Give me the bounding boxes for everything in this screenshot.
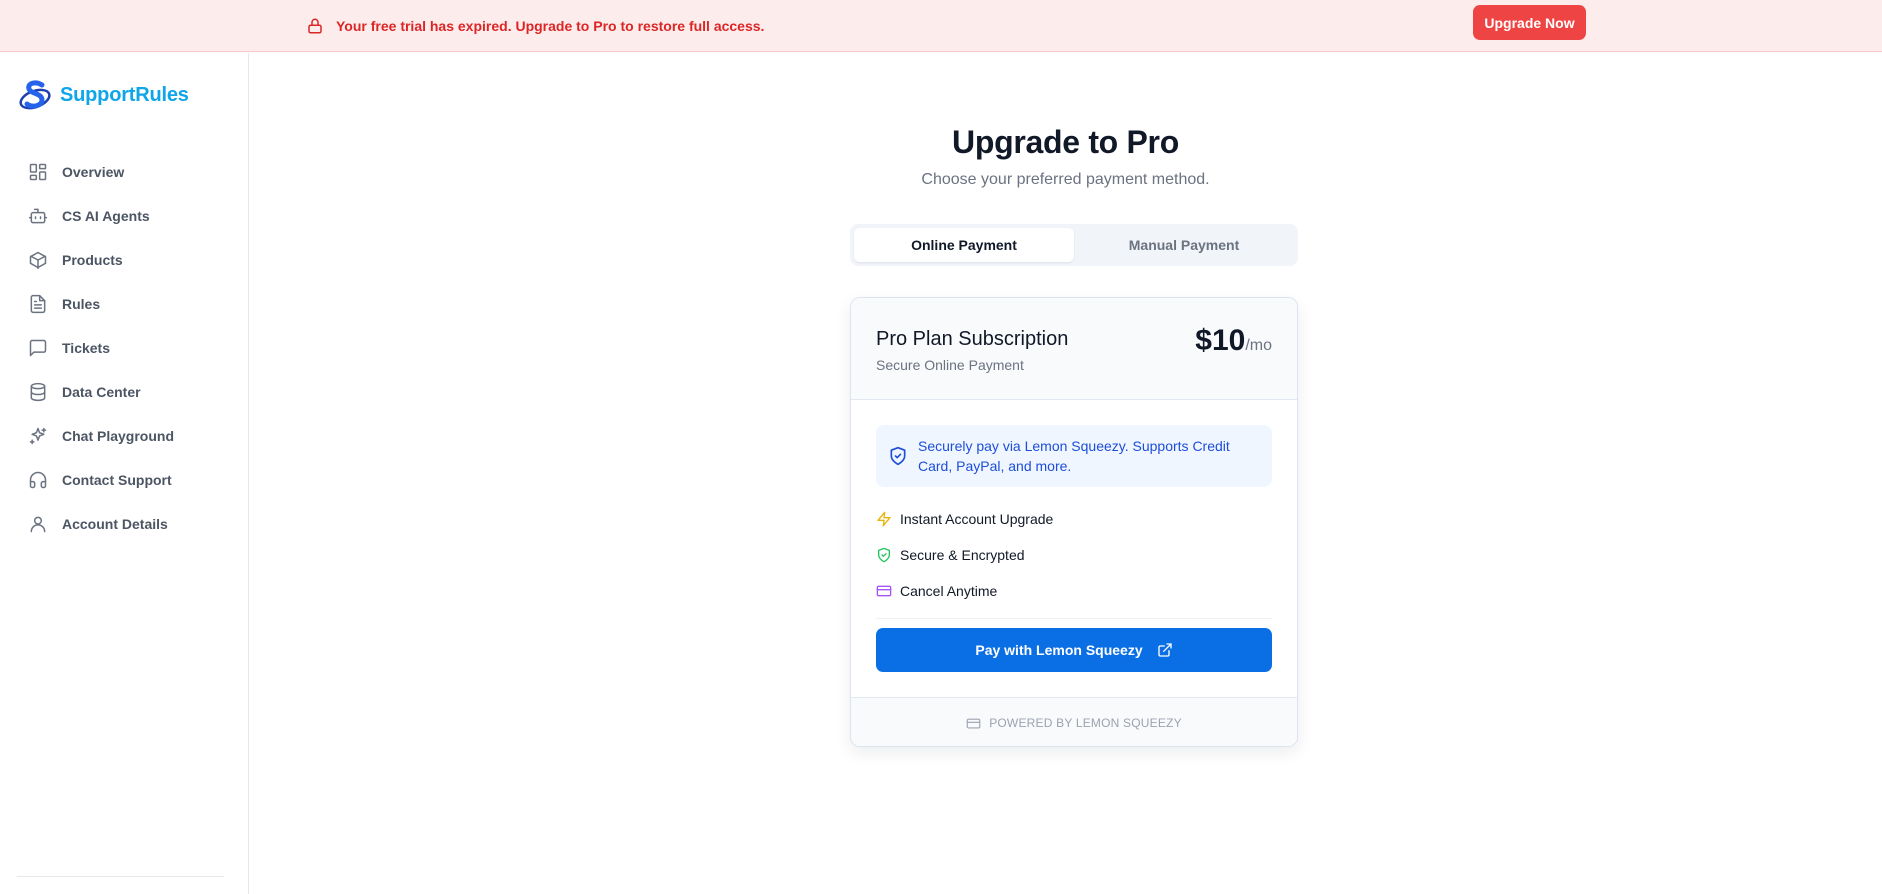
sidebar-item-label: Data Center <box>62 384 141 400</box>
plan-name: Pro Plan Subscription <box>876 328 1069 350</box>
feature-label: Instant Account Upgrade <box>900 511 1054 527</box>
price-amount: $10 <box>1195 324 1246 357</box>
external-link-icon <box>1157 642 1173 658</box>
feature-instant-upgrade: Instant Account Upgrade <box>876 511 1053 527</box>
sidebar-item-cs-ai-agents[interactable]: CS AI Agents <box>28 194 174 238</box>
page-title: Upgrade to Pro <box>952 124 1179 160</box>
sidebar-item-label: Chat Playground <box>62 428 175 444</box>
trial-banner: Your free trial has expired. Upgrade to … <box>0 0 1882 52</box>
bot-icon <box>28 206 48 226</box>
sidebar-item-overview[interactable]: Overview <box>28 150 174 194</box>
sidebar-item-products[interactable]: Products <box>28 238 174 282</box>
headphones-icon <box>28 470 48 490</box>
sidebar-item-label: Products <box>62 252 123 268</box>
plan-price: $10 /mo <box>1195 324 1272 358</box>
feature-cancel-anytime: Cancel Anytime <box>876 583 997 599</box>
sidebar-item-data-center[interactable]: Data Center <box>28 370 174 414</box>
tab-online-payment[interactable]: Online Payment <box>854 228 1074 262</box>
plan-subtitle: Secure Online Payment <box>876 357 1024 373</box>
upgrade-now-button[interactable]: Upgrade Now <box>1473 5 1586 40</box>
sidebar-item-label: Contact Support <box>62 472 172 488</box>
pay-button-label: Pay with Lemon Squeezy <box>975 642 1143 658</box>
payment-info-box: Securely pay via Lemon Squeezy. Supports… <box>876 425 1272 487</box>
pro-plan-card: Pro Plan Subscription Secure Online Paym… <box>850 297 1298 747</box>
database-icon <box>28 382 48 402</box>
tab-manual-payment[interactable]: Manual Payment <box>1074 228 1294 262</box>
pay-with-lemon-squeezy-button[interactable]: Pay with Lemon Squeezy <box>876 628 1272 672</box>
shield-check-icon <box>888 446 908 466</box>
sidebar-item-account-details[interactable]: Account Details <box>28 502 174 546</box>
sidebar-nav: Overview CS AI Agents Products Rules Tic… <box>28 150 174 546</box>
feature-label: Cancel Anytime <box>900 583 998 599</box>
zap-icon <box>876 511 892 527</box>
sparkles-icon <box>28 426 48 446</box>
sidebar-divider <box>17 876 224 877</box>
message-square-icon <box>28 338 48 358</box>
feature-divider <box>876 618 1272 619</box>
page-subtitle: Choose your preferred payment method. <box>921 171 1210 188</box>
user-icon <box>28 514 48 534</box>
supportrules-logo-icon <box>18 77 54 113</box>
price-period: /mo <box>1245 337 1272 354</box>
payment-method-tabs: Online Payment Manual Payment <box>850 224 1298 266</box>
feature-secure-encrypted: Secure & Encrypted <box>876 547 1025 563</box>
sidebar-item-label: Rules <box>62 296 101 312</box>
grid-icon <box>28 162 48 182</box>
plan-card-footer: POWERED BY LEMON SQUEEZY <box>851 697 1297 746</box>
sidebar-item-contact-support[interactable]: Contact Support <box>28 458 174 502</box>
payment-info-text: Securely pay via Lemon Squeezy. Supports… <box>918 438 1230 474</box>
box-icon <box>28 250 48 270</box>
shield-check-icon <box>876 547 892 563</box>
sidebar-item-label: Account Details <box>62 516 168 532</box>
plan-card-header: Pro Plan Subscription Secure Online Paym… <box>851 298 1297 400</box>
brand-name: SupportRules <box>60 83 189 106</box>
file-text-icon <box>28 294 48 314</box>
sidebar-item-tickets[interactable]: Tickets <box>28 326 174 370</box>
brand-logo-link[interactable]: SupportRules <box>18 77 189 113</box>
sidebar-item-rules[interactable]: Rules <box>28 282 174 326</box>
feature-label: Secure & Encrypted <box>900 547 1025 563</box>
credit-card-icon <box>966 716 981 731</box>
sidebar-item-label: Tickets <box>62 340 110 356</box>
sidebar: SupportRules Overview CS AI Agents Produ… <box>0 53 249 894</box>
sidebar-item-label: Overview <box>62 164 125 180</box>
credit-card-icon <box>876 583 892 599</box>
sidebar-item-chat-playground[interactable]: Chat Playground <box>28 414 174 458</box>
sidebar-item-label: CS AI Agents <box>62 208 150 224</box>
lock-icon <box>306 17 324 35</box>
trial-expired-message: Your free trial has expired. Upgrade to … <box>336 18 765 34</box>
powered-by-text: POWERED BY LEMON SQUEEZY <box>989 716 1182 730</box>
